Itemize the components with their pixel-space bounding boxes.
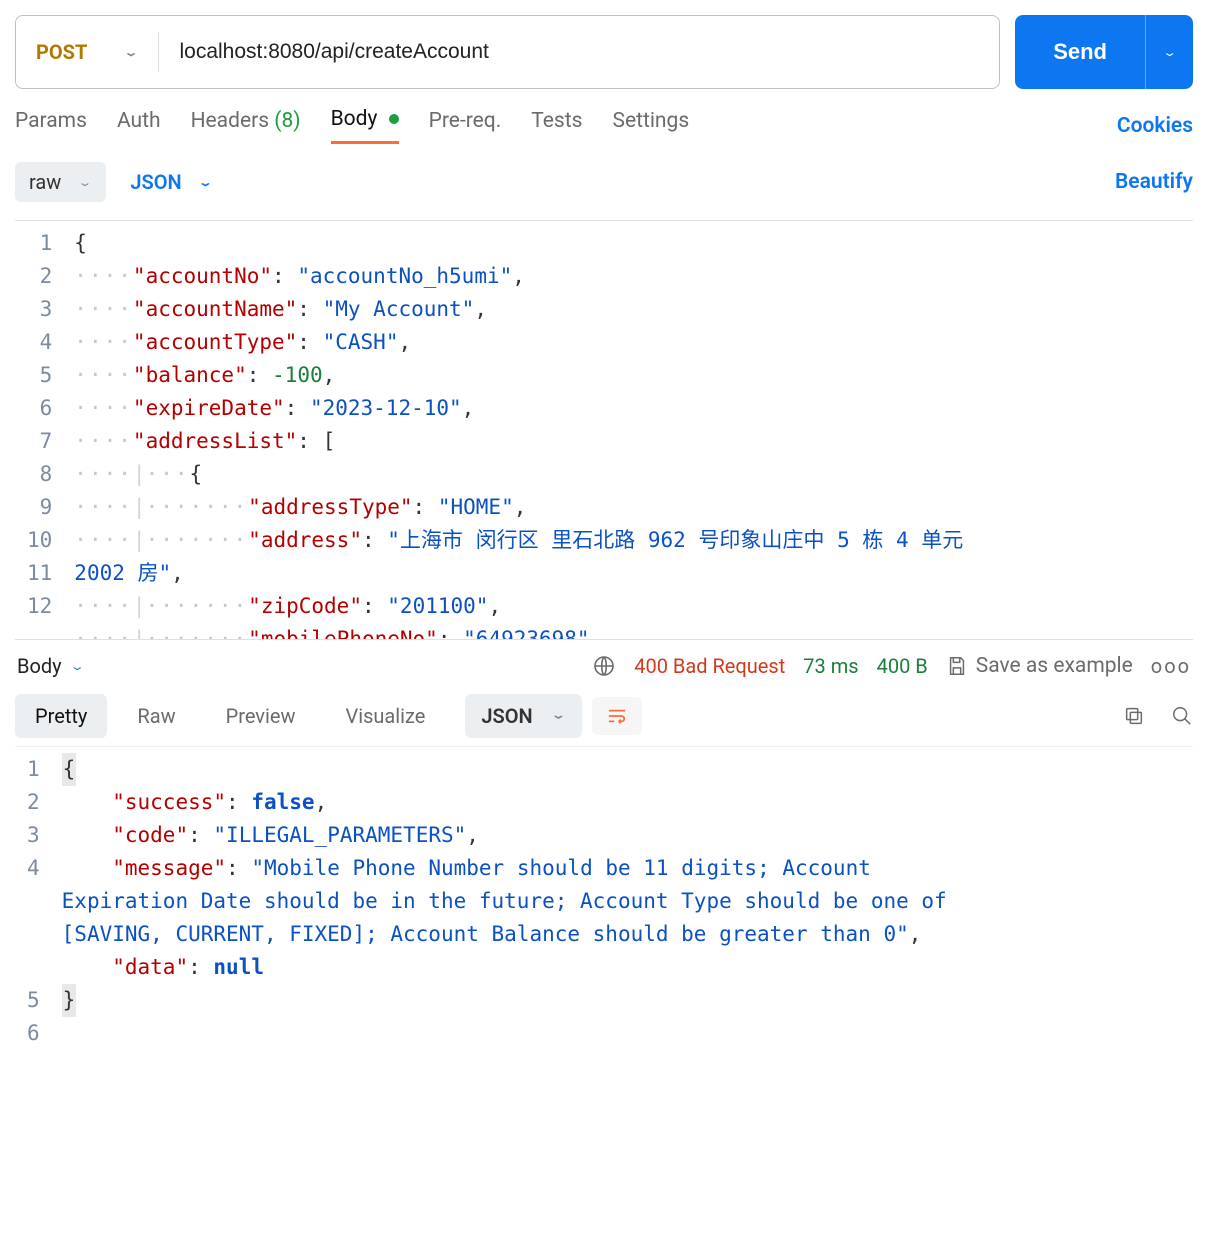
- resp-tab-raw[interactable]: Raw: [117, 694, 195, 738]
- request-row: POST ⌄ Send ⌄: [15, 15, 1193, 89]
- resp-tab-preview[interactable]: Preview: [206, 694, 316, 738]
- http-method-select[interactable]: POST ⌄: [16, 32, 159, 72]
- chevron-down-icon: ⌄: [1162, 46, 1177, 59]
- save-icon: [946, 655, 968, 677]
- resp-tab-pretty[interactable]: Pretty: [15, 694, 107, 738]
- response-status: 400 Bad Request: [634, 654, 785, 678]
- tab-settings[interactable]: Settings: [612, 109, 689, 143]
- beautify-button[interactable]: Beautify: [1115, 170, 1193, 194]
- tab-tests[interactable]: Tests: [531, 109, 582, 143]
- tab-auth[interactable]: Auth: [117, 109, 161, 143]
- tab-body[interactable]: Body: [331, 107, 399, 144]
- response-format-label: JSON: [481, 704, 532, 728]
- body-format-select[interactable]: JSON ⌄: [130, 170, 212, 194]
- response-gutter: 123456: [15, 747, 58, 1056]
- response-tabs: Pretty Raw Preview Visualize JSON ⌄: [15, 694, 1193, 738]
- request-body-editor[interactable]: 123456789101112 {····"accountNo": "accou…: [15, 220, 1193, 640]
- save-example-label: Save as example: [976, 654, 1133, 678]
- url-input[interactable]: [159, 40, 999, 64]
- chevron-down-icon: ⌄: [551, 709, 566, 723]
- editor-gutter: 123456789101112: [15, 221, 70, 639]
- url-box: POST ⌄: [15, 15, 1000, 89]
- tab-prereq[interactable]: Pre-req.: [429, 109, 502, 143]
- body-subbar: raw ⌄ JSON ⌄ Beautify: [15, 162, 1193, 202]
- tab-headers-label: Headers: [191, 109, 269, 133]
- editor-code[interactable]: {····"accountNo": "accountNo_h5umi",····…: [70, 221, 1193, 639]
- send-wrap: Send ⌄: [1015, 15, 1193, 89]
- cookies-link[interactable]: Cookies: [1117, 114, 1193, 138]
- send-button[interactable]: Send: [1015, 15, 1145, 89]
- save-example-button[interactable]: Save as example: [946, 654, 1133, 678]
- response-bar: Body ⌄ 400 Bad Request 73 ms 400 B Save …: [15, 640, 1193, 688]
- copy-icon[interactable]: [1123, 705, 1145, 727]
- resp-tab-visualize[interactable]: Visualize: [325, 694, 445, 738]
- response-format-select[interactable]: JSON ⌄: [465, 694, 581, 738]
- http-method-label: POST: [36, 40, 87, 64]
- send-more-button[interactable]: ⌄: [1145, 15, 1193, 89]
- wrap-lines-icon[interactable]: [592, 697, 642, 735]
- more-options-icon[interactable]: ooo: [1151, 654, 1191, 678]
- body-mode-select[interactable]: raw ⌄: [15, 162, 106, 202]
- globe-icon[interactable]: [592, 654, 616, 678]
- response-code: { "success": false, "code": "ILLEGAL_PAR…: [58, 747, 1058, 1056]
- tab-params[interactable]: Params: [15, 109, 87, 143]
- response-time: 73 ms: [803, 654, 858, 678]
- tab-body-label: Body: [331, 107, 378, 131]
- dot-indicator-icon: [389, 114, 399, 124]
- chevron-down-icon: ⌄: [123, 46, 138, 59]
- body-mode-label: raw: [29, 170, 61, 194]
- headers-count: (8): [274, 109, 300, 133]
- chevron-down-icon: ⌄: [198, 176, 213, 189]
- response-body-viewer[interactable]: 123456 { "success": false, "code": "ILLE…: [15, 746, 1193, 1056]
- chevron-down-icon: ⌄: [70, 660, 85, 673]
- body-format-label: JSON: [130, 170, 181, 194]
- request-tabs: Params Auth Headers (8) Body Pre-req. Te…: [15, 107, 1193, 144]
- response-section-select[interactable]: Body ⌄: [17, 654, 85, 678]
- response-section-label: Body: [17, 654, 62, 678]
- response-size: 400 B: [877, 654, 928, 678]
- tab-headers[interactable]: Headers (8): [191, 109, 301, 143]
- search-icon[interactable]: [1171, 705, 1193, 727]
- response-toolbar: [1123, 705, 1193, 727]
- chevron-down-icon: ⌄: [77, 176, 92, 189]
